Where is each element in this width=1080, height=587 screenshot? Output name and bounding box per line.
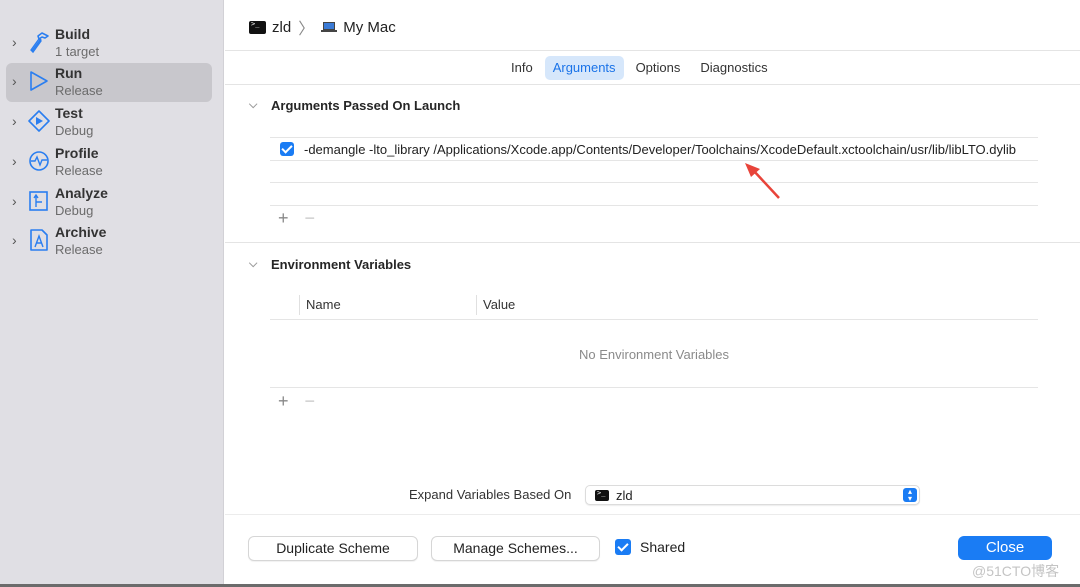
environment-section-header[interactable]: ⌵ Environment Variables [249,257,411,272]
column-separator [476,295,477,315]
sidebar-item-run[interactable]: › Run Release [6,63,212,102]
select-value: zld [616,487,633,503]
chevron-right-icon[interactable]: › [12,114,22,128]
watermark: @51CTO博客 [972,563,1060,579]
remove-argument-button[interactable]: − [305,208,316,229]
sidebar-item-subtitle: Release [55,83,103,98]
terminal-icon [595,489,609,501]
row-divider [270,182,1038,183]
tab-diagnostics[interactable]: Diagnostics [692,56,775,80]
scheme-editor-panel: zld 〉 My Mac Info Arguments Options Diag… [225,0,1080,584]
sidebar-item-subtitle: Debug [55,203,94,218]
column-separator [299,295,300,315]
divider [225,84,1080,85]
tab-arguments[interactable]: Arguments [544,56,624,80]
terminal-icon [249,20,266,34]
sidebar-item-subtitle: Debug [55,123,94,138]
sidebar-item-title: Test [55,105,83,121]
tab-info[interactable]: Info [503,56,541,80]
destination-name[interactable]: My Mac [343,19,396,36]
shared-label: Shared [640,539,686,555]
chevron-right-icon[interactable]: › [12,154,22,168]
tab-options[interactable]: Options [628,56,689,80]
laptop-icon [321,21,338,33]
sidebar-item-title: Run [55,65,83,81]
shared-checkbox[interactable] [615,539,631,555]
expand-variables-select[interactable]: zld ▴▾ [585,485,920,505]
column-header-name[interactable]: Name [306,297,341,312]
divider [225,242,1080,243]
divider [225,514,1080,515]
env-add-remove: + − [278,391,315,412]
tab-bar: Info Arguments Options Diagnostics [503,56,776,80]
table-row[interactable]: -demangle -lto_library /Applications/Xco… [270,138,1038,160]
row-divider [270,387,1038,388]
column-header-value[interactable]: Value [483,297,515,312]
row-divider [270,205,1038,206]
sidebar-item-subtitle: Release [55,163,103,178]
sidebar-item-test[interactable]: › Test Debug [6,103,212,142]
disclosure-chevron-icon[interactable]: ⌵ [249,99,259,112]
sidebar-item-analyze[interactable]: › Analyze Debug [6,183,212,222]
section-title: Environment Variables [271,257,412,272]
row-divider [270,319,1038,320]
shared-toggle[interactable]: Shared [615,539,685,555]
remove-env-variable-button[interactable]: − [305,391,316,412]
arguments-section-header[interactable]: ⌵ Arguments Passed On Launch [249,98,460,113]
sidebar-item-build[interactable]: › Build 1 target [6,24,212,63]
duplicate-scheme-button[interactable]: Duplicate Scheme [248,536,418,561]
chevron-right-icon[interactable]: › [12,233,22,247]
scheme-action-sidebar: › Build 1 target › Run Release › Test De… [0,0,224,584]
hammer-icon [30,32,49,54]
argument-enabled-checkbox[interactable] [280,142,294,156]
gauge-waveform-icon [29,151,49,171]
sidebar-item-subtitle: Release [55,242,103,257]
close-button[interactable]: Close [958,536,1052,560]
argument-add-remove: + − [278,208,315,229]
empty-state-message: No Environment Variables [578,347,730,362]
disclosure-chevron-icon[interactable]: ⌵ [249,258,259,271]
archive-app-icon [30,229,48,251]
chevron-right-icon[interactable]: › [12,74,22,88]
sidebar-item-archive[interactable]: › Archive Release [6,222,212,261]
annotation-arrow-icon [745,163,780,199]
sidebar-item-title: Build [55,26,90,42]
row-divider [270,160,1038,161]
manage-schemes-button[interactable]: Manage Schemes... [431,536,600,561]
test-diamond-icon [28,110,50,132]
expand-variables-label: Expand Variables Based On [409,487,572,502]
sidebar-item-title: Profile [55,145,99,161]
updown-chevron-icon[interactable]: ▴ ▾ [903,488,917,503]
argument-value[interactable]: -demangle -lto_library /Applications/Xco… [304,142,1034,157]
sidebar-item-subtitle: 1 target [55,44,100,59]
sidebar-item-title: Analyze [55,185,108,201]
chevron-right-icon[interactable]: › [12,35,22,49]
section-title: Arguments Passed On Launch [271,98,461,113]
divider [225,50,1080,51]
sidebar-item-profile[interactable]: › Profile Release [6,143,212,182]
breadcrumb-separator: 〉 [298,21,315,38]
sidebar-item-title: Archive [55,224,107,240]
scheme-breadcrumb[interactable]: zld 〉 My Mac [249,17,396,38]
analyze-icon [29,191,48,211]
chevron-right-icon[interactable]: › [12,194,22,208]
add-env-variable-button[interactable]: + [278,391,289,412]
scheme-name[interactable]: zld [272,19,291,36]
add-argument-button[interactable]: + [278,208,289,229]
play-outline-icon [30,71,48,91]
